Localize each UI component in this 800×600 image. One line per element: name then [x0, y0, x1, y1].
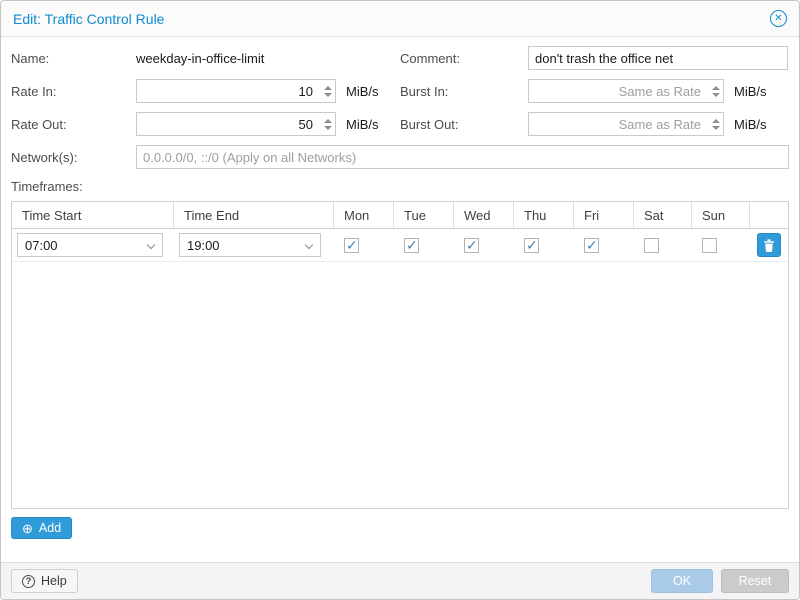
column-header-fri[interactable]: Fri — [574, 202, 634, 228]
reset-button[interactable]: Reset — [721, 569, 789, 593]
name-label: Name: — [11, 51, 136, 66]
column-header-thu[interactable]: Thu — [514, 202, 574, 228]
burst-in-label: Burst In: — [400, 84, 528, 99]
wed-cell — [454, 238, 514, 253]
checkbox-wed[interactable] — [464, 238, 479, 253]
burst-in-field-row: Burst In: MiB/s — [400, 79, 789, 103]
burst-in-field — [528, 79, 724, 103]
rate-out-field — [136, 112, 336, 136]
time-start-value: 07:00 — [25, 238, 58, 253]
comment-field-row: Comment: — [400, 46, 789, 70]
networks-field-row: Network(s): — [11, 145, 789, 169]
time-end-cell: 19:00 — [174, 233, 334, 257]
timeframes-label: Timeframes: — [11, 179, 789, 194]
rate-out-label: Rate Out: — [11, 117, 136, 132]
spinner-up-icon[interactable] — [324, 119, 332, 123]
rate-out-field-row: Rate Out: MiB/s — [11, 112, 400, 136]
checkbox-sat[interactable] — [644, 238, 659, 253]
actions-cell — [750, 233, 788, 257]
timeframe-row: 07:00 19:00 — [12, 229, 788, 262]
dialog-titlebar: Edit: Traffic Control Rule ✕ — [1, 1, 799, 37]
help-icon: ? — [22, 575, 35, 588]
spinner-down-icon[interactable] — [712, 93, 720, 97]
checkbox-sun[interactable] — [702, 238, 717, 253]
spinner-up-icon[interactable] — [712, 119, 720, 123]
tue-cell — [394, 238, 454, 253]
burst-in-input[interactable] — [528, 79, 724, 103]
spinner-down-icon[interactable] — [712, 126, 720, 130]
time-end-value: 19:00 — [187, 238, 220, 253]
add-icon: ⊕ — [22, 522, 33, 535]
trash-icon — [763, 239, 775, 252]
footer-button-group: OK Reset — [651, 569, 789, 593]
time-start-cell: 07:00 — [12, 233, 174, 257]
burst-out-field-row: Burst Out: MiB/s — [400, 112, 789, 136]
column-header-mon[interactable]: Mon — [334, 202, 394, 228]
rate-in-input[interactable] — [136, 79, 336, 103]
form-row-name-comment: Name: weekday-in-office-limit Comment: — [11, 46, 789, 70]
checkbox-fri[interactable] — [584, 238, 599, 253]
rate-in-label: Rate In: — [11, 84, 136, 99]
add-timeframe-button[interactable]: ⊕ Add — [11, 517, 72, 539]
checkbox-tue[interactable] — [404, 238, 419, 253]
add-button-label: Add — [39, 521, 61, 535]
column-header-wed[interactable]: Wed — [454, 202, 514, 228]
spinner-down-icon[interactable] — [324, 126, 332, 130]
rate-out-unit: MiB/s — [346, 117, 379, 132]
column-header-time-start[interactable]: Time Start — [12, 202, 174, 228]
burst-out-label: Burst Out: — [400, 117, 528, 132]
help-button[interactable]: ? Help — [11, 569, 78, 593]
rate-in-spinner[interactable] — [320, 80, 335, 102]
spinner-down-icon[interactable] — [324, 93, 332, 97]
fri-cell — [574, 238, 634, 253]
timeframes-grid: Time Start Time End Mon Tue Wed Thu Fri … — [11, 201, 789, 509]
edit-traffic-control-rule-dialog: Edit: Traffic Control Rule ✕ Name: weekd… — [0, 0, 800, 600]
checkbox-mon[interactable] — [344, 238, 359, 253]
mon-cell — [334, 238, 394, 253]
form-row-rate-in: Rate In: MiB/s Burst In: — [11, 79, 789, 103]
rate-in-field — [136, 79, 336, 103]
timeframes-grid-header: Time Start Time End Mon Tue Wed Thu Fri … — [12, 202, 788, 229]
spinner-up-icon[interactable] — [712, 86, 720, 90]
dialog-title: Edit: Traffic Control Rule — [13, 11, 164, 27]
grid-empty-area — [12, 262, 788, 508]
column-header-tue[interactable]: Tue — [394, 202, 454, 228]
chevron-down-icon[interactable] — [305, 241, 313, 249]
spinner-up-icon[interactable] — [324, 86, 332, 90]
burst-out-input[interactable] — [528, 112, 724, 136]
dialog-footer: ? Help OK Reset — [1, 562, 799, 599]
rate-in-field-row: Rate In: MiB/s — [11, 79, 400, 103]
burst-out-field — [528, 112, 724, 136]
rate-out-input[interactable] — [136, 112, 336, 136]
rate-in-unit: MiB/s — [346, 84, 379, 99]
column-header-time-end[interactable]: Time End — [174, 202, 334, 228]
dialog-body: Name: weekday-in-office-limit Comment: R… — [1, 37, 799, 562]
time-end-combo[interactable]: 19:00 — [179, 233, 321, 257]
networks-label: Network(s): — [11, 150, 136, 165]
burst-out-unit: MiB/s — [734, 117, 767, 132]
close-icon[interactable]: ✕ — [770, 10, 787, 27]
sat-cell — [634, 238, 692, 253]
comment-input[interactable] — [528, 46, 788, 70]
sun-cell — [692, 238, 750, 253]
help-button-label: Help — [41, 574, 67, 588]
networks-input[interactable] — [136, 145, 789, 169]
name-value: weekday-in-office-limit — [136, 51, 264, 66]
chevron-down-icon[interactable] — [147, 241, 155, 249]
burst-in-spinner[interactable] — [708, 80, 723, 102]
rate-out-spinner[interactable] — [320, 113, 335, 135]
burst-in-unit: MiB/s — [734, 84, 767, 99]
checkbox-thu[interactable] — [524, 238, 539, 253]
burst-out-spinner[interactable] — [708, 113, 723, 135]
comment-label: Comment: — [400, 51, 528, 66]
name-field-row: Name: weekday-in-office-limit — [11, 46, 400, 70]
form-row-rate-out: Rate Out: MiB/s Burst Out: — [11, 112, 789, 136]
column-header-sun[interactable]: Sun — [692, 202, 750, 228]
column-header-actions — [750, 202, 788, 228]
ok-button[interactable]: OK — [651, 569, 713, 593]
delete-row-button[interactable] — [757, 233, 781, 257]
time-start-combo[interactable]: 07:00 — [17, 233, 163, 257]
column-header-sat[interactable]: Sat — [634, 202, 692, 228]
thu-cell — [514, 238, 574, 253]
